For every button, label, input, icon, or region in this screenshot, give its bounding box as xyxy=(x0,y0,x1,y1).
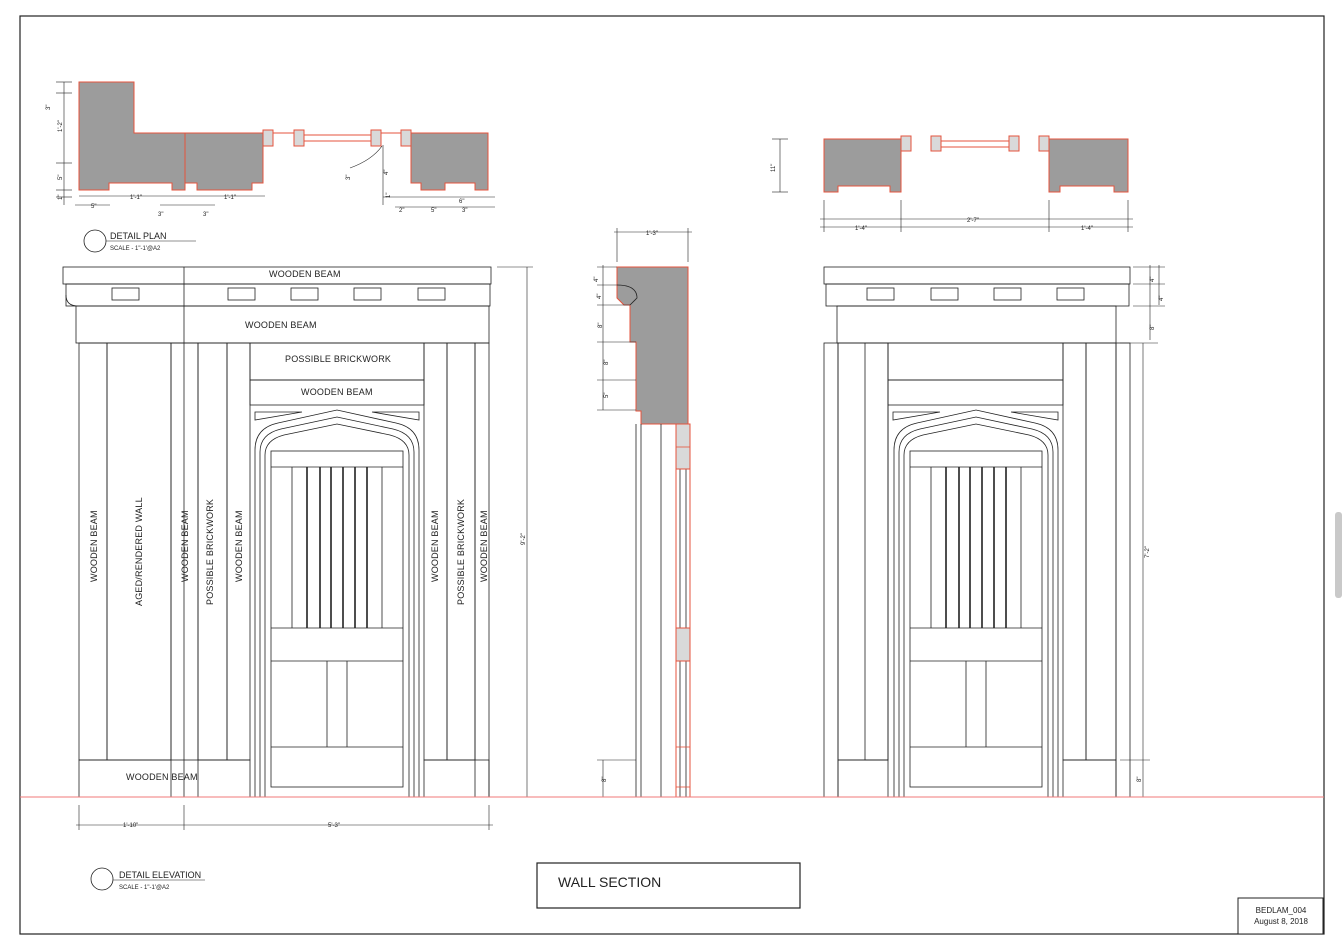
plan-left-dim-1-2: 1'-2" xyxy=(58,120,64,132)
plan-left-dim-3: 3" xyxy=(46,105,52,110)
plan-left-dim-1b: 1" xyxy=(386,193,392,198)
elev-right-dim-4b: 4" xyxy=(1159,296,1165,301)
plan-left-wall-block-c xyxy=(410,132,489,191)
label-possible-brickwork-v1: POSSIBLE BRICKWORK xyxy=(205,499,215,605)
section-dim-8b: 8" xyxy=(604,360,610,365)
label-possible-brickwork-v2: POSSIBLE BRICKWORK xyxy=(456,499,466,605)
plan-left-wall-block-b xyxy=(184,132,264,191)
plan-right-dim-1-4a: 1'-4" xyxy=(855,226,867,232)
label-aged-rendered-wall: AGED/RENDERED WALL xyxy=(134,497,144,606)
plan-right-jamb-d xyxy=(1038,135,1050,152)
drawing-stamp: BEDLAM_004 August 8, 2018 xyxy=(1237,897,1324,935)
section-dim-4b: 4" xyxy=(597,294,603,299)
section-dim-1-3: 1'-3" xyxy=(646,231,658,237)
plan-left-jamb-c xyxy=(370,129,382,147)
plan-left-dim-1-1b: 1'-1" xyxy=(224,195,236,201)
plan-right-dim-11: 11" xyxy=(771,164,777,172)
elev-right-dim-8a: 8" xyxy=(1150,325,1156,330)
label-wooden-beam-v3: WOODEN BEAM xyxy=(234,510,244,582)
drawing-stamp-frame xyxy=(1237,897,1324,935)
section-dim-8c: 8" xyxy=(602,777,608,782)
plan-right-dim-2-7: 2'-7" xyxy=(967,218,979,224)
drawing-number: BEDLAM_004 xyxy=(1256,906,1307,915)
label-wooden-beam-v5: WOODEN BEAM xyxy=(479,510,489,582)
plan-title-scale: SCALE - 1"-1'@A2 xyxy=(110,246,161,252)
plan-left-jamb-d xyxy=(400,129,412,147)
plan-left-dim-3b: 3" xyxy=(203,212,208,218)
plan-left-dim-6: 6" xyxy=(459,199,464,205)
elev-right-dim-4a: 4" xyxy=(1150,277,1156,282)
label-wooden-beam-door-head: WOODEN BEAM xyxy=(301,387,373,397)
label-possible-brickwork-top: POSSIBLE BRICKWORK xyxy=(285,354,391,364)
section-dim-8a: 8" xyxy=(598,323,604,328)
plan-left-dim-1-1a: 1'-1" xyxy=(130,195,142,201)
plan-left-jamb-b xyxy=(293,129,305,147)
plan-left-dim-3d: 3" xyxy=(462,208,467,214)
scrollbar-thumb[interactable] xyxy=(1335,512,1342,598)
plan-left-dim-2: 2" xyxy=(399,208,404,214)
elev-right-dim-8b: 8" xyxy=(1137,777,1143,782)
plan-left-dim-5c: 5" xyxy=(431,208,436,214)
drawing-sheet: 3" 1'-2" 5" 1" 5" 1'-1" 3" 3" 1'-1" 3" 4… xyxy=(19,15,1325,935)
wall-section-title-text: WALL SECTION xyxy=(558,874,661,890)
label-wooden-beam-v1: WOODEN BEAM xyxy=(89,510,99,582)
plan-left-dim-3a: 3" xyxy=(158,212,163,218)
elevation-title-text: DETAIL ELEVATION xyxy=(119,870,201,880)
label-wooden-beam-lintel: WOODEN BEAM xyxy=(245,320,317,330)
section-door-rail-block xyxy=(675,627,691,662)
plan-right-wall-block-b xyxy=(1048,138,1129,193)
label-wooden-beam-v4: WOODEN BEAM xyxy=(430,510,440,582)
plan-right-jamb-b xyxy=(930,135,942,152)
elev-left-dim-9-2: 9'-2" xyxy=(521,533,527,545)
plan-right-wall-block-a xyxy=(823,138,902,193)
section-dim-5: 5" xyxy=(604,393,610,398)
elev-left-dim-5-3: 5'-3" xyxy=(328,823,340,829)
section-door-head-block xyxy=(675,423,691,470)
plan-left-dim-5: 5" xyxy=(58,175,64,180)
plan-left-dim-3c: 3" xyxy=(346,175,352,180)
plan-right-jamb-c xyxy=(1008,135,1020,152)
label-wooden-beam-v2: WOODEN BEAM xyxy=(180,510,190,582)
drawing-date: August 8, 2018 xyxy=(1254,917,1308,926)
elev-left-dim-1-10: 1'-10" xyxy=(123,823,138,829)
plan-title-text: DETAIL PLAN xyxy=(110,231,167,241)
plan-left-dim-1: 1" xyxy=(58,195,64,200)
plan-left-dim-4: 4" xyxy=(384,170,390,175)
plan-left-jamb-a xyxy=(262,129,274,147)
label-wooden-beam-base: WOODEN BEAM xyxy=(126,772,198,782)
elev-right-dim-7-2: 7'-2" xyxy=(1145,546,1151,558)
section-dim-4a: 4" xyxy=(594,277,600,282)
plan-left-dim-5b: 5" xyxy=(91,204,96,210)
wall-section-title-box: WALL SECTION xyxy=(536,862,801,909)
label-wooden-beam-top: WOODEN BEAM xyxy=(269,269,341,279)
elevation-title-scale: SCALE - 1"-1'@A2 xyxy=(119,885,170,891)
plan-right-jamb-a xyxy=(900,135,912,152)
plan-right-dim-1-4b: 1'-4" xyxy=(1081,226,1093,232)
